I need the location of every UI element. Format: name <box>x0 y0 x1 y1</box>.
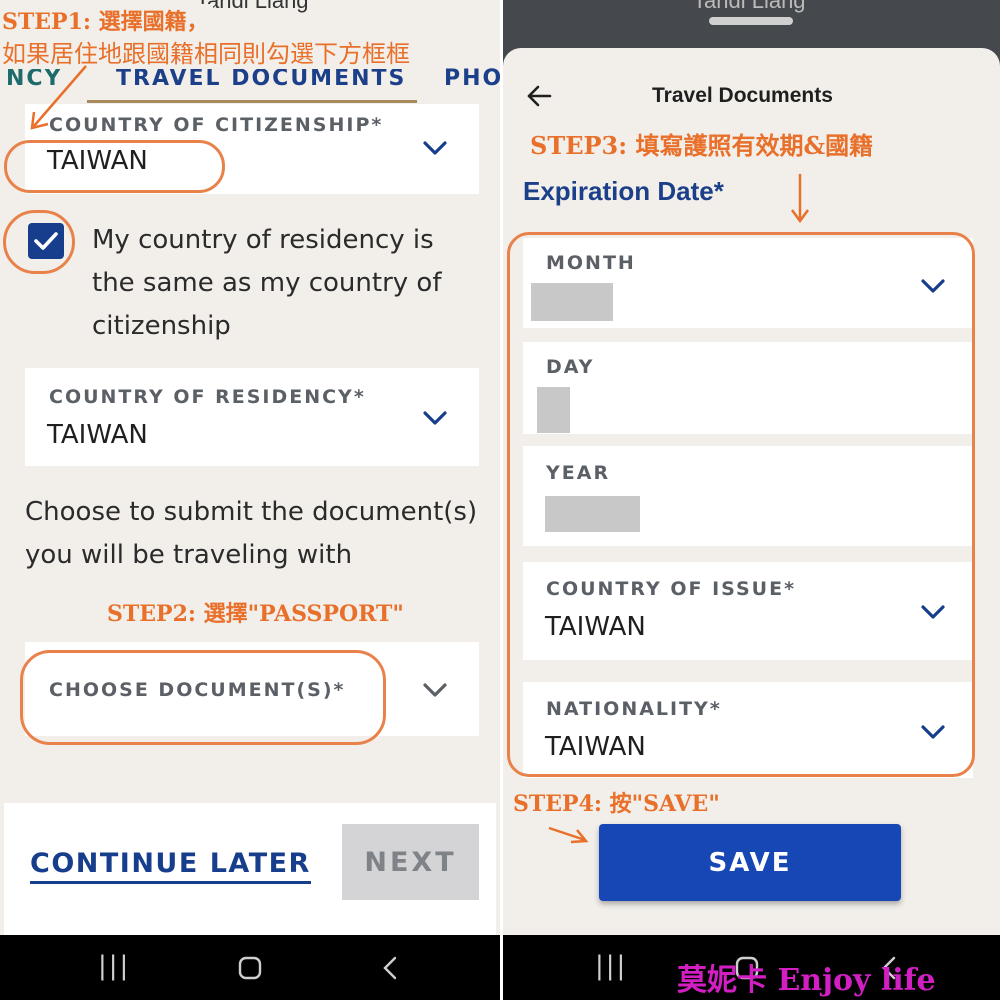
arrow-down-annotation-icon <box>790 174 810 224</box>
step1-annotation: STEP1: 選擇國籍， <box>2 4 213 36</box>
watermark: 莫妮卡 Enjoy life <box>677 963 936 998</box>
checkbox-highlight <box>3 210 75 274</box>
travel-documents-sheet: Travel Documents Expiration Date* MONTH … <box>503 48 1000 935</box>
chevron-down-icon <box>423 683 447 697</box>
residency-select[interactable]: COUNTRY OF RESIDENCY* TAIWAN <box>25 368 479 466</box>
sheet-drag-handle[interactable] <box>709 17 793 25</box>
header-name-cut: Tandi Liang <box>693 0 806 13</box>
step4-annotation: STEP4: 按"SAVE" <box>513 791 720 817</box>
tab-travel-documents[interactable]: TRAVEL DOCUMENTS <box>116 66 406 91</box>
save-button[interactable]: SAVE <box>599 824 901 901</box>
document-highlight <box>20 650 386 745</box>
android-navbar: ||| <box>0 935 500 1000</box>
page-title: Travel Documents <box>652 84 833 107</box>
residency-value: TAIWAN <box>47 420 148 450</box>
choose-documents-instructions: Choose to submit the document(s) you wil… <box>25 497 478 570</box>
step2-annotation: STEP2: 選擇"PASSPORT" <box>107 601 404 627</box>
chevron-down-icon <box>423 141 447 155</box>
expiration-nationality-highlight <box>507 232 975 777</box>
arrow-right-annotation-icon <box>548 826 589 844</box>
tab-photo[interactable]: PHO <box>444 66 500 91</box>
back-nav-icon[interactable] <box>381 955 399 981</box>
residency-label: COUNTRY OF RESIDENCY* <box>49 386 366 408</box>
same-residency-label: My country of residency is the same as m… <box>92 225 442 341</box>
citizenship-label: COUNTRY OF CITIZENSHIP* <box>49 114 384 136</box>
recent-apps-icon[interactable]: ||| <box>595 951 627 981</box>
right-screenshot: Tandi Liang Travel Documents Expiration … <box>503 0 1000 1000</box>
active-tab-indicator <box>87 100 417 103</box>
step3-annotation: STEP3: 填寫護照有效期&國籍 <box>530 131 874 160</box>
chevron-down-icon <box>423 411 447 425</box>
citizenship-highlight <box>4 140 225 193</box>
continue-later-link[interactable]: CONTINUE LATER <box>30 848 311 884</box>
back-arrow-icon[interactable] <box>525 82 553 110</box>
next-button[interactable]: NEXT <box>342 824 479 900</box>
recent-apps-icon[interactable]: ||| <box>98 951 130 981</box>
left-screenshot: Tandi Liang NCY TRAVEL DOCUMENTS PHO COU… <box>0 0 500 1000</box>
arrow-annotation-icon <box>30 65 87 130</box>
home-icon[interactable] <box>238 956 262 980</box>
expiration-date-label: Expiration Date* <box>523 176 724 206</box>
header-name-cut: Tandi Liang <box>196 0 309 13</box>
